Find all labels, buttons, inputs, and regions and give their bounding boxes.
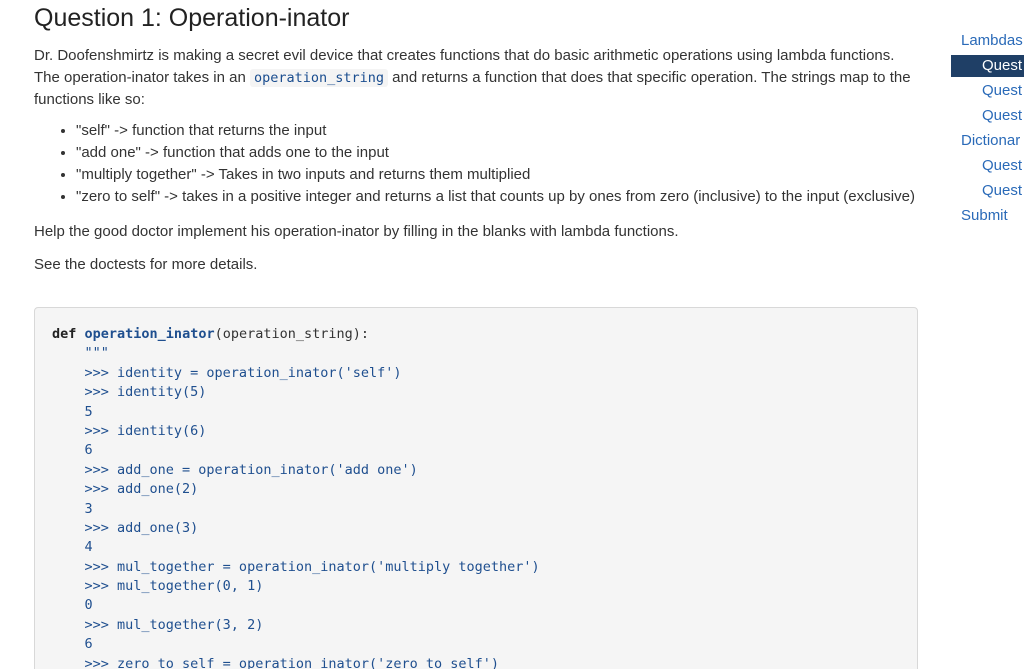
main-content: Question 1: Operation-inator Dr. Doofens… bbox=[34, 0, 920, 276]
code-line: 5 bbox=[52, 403, 93, 420]
sidebar-item-question[interactable]: Quest bbox=[952, 80, 1024, 102]
sidebar-item-question[interactable]: Quest bbox=[952, 105, 1024, 127]
list-item: "multiply together" -> Takes in two inpu… bbox=[76, 164, 920, 186]
code-line: >>> identity(5) bbox=[52, 384, 207, 401]
sidebar-item-question-active[interactable]: Quest bbox=[951, 55, 1024, 77]
sidebar-item-lambdas[interactable]: Lambdas bbox=[952, 30, 1024, 52]
code-line: 4 bbox=[52, 539, 93, 556]
code-line: >>> mul_together = operation_inator('mul… bbox=[52, 558, 540, 575]
list-item: "add one" -> function that adds one to t… bbox=[76, 142, 920, 164]
intro-paragraph: Dr. Doofenshmirtz is making a secret evi… bbox=[34, 45, 920, 111]
code-line: >>> zero_to_self = operation_inator('zer… bbox=[52, 655, 500, 669]
code-line: >>> identity(6) bbox=[52, 422, 207, 439]
sidebar-item-question[interactable]: Quest bbox=[952, 180, 1024, 202]
code-line: >>> identity = operation_inator('self') bbox=[52, 364, 402, 381]
code-line: >>> add_one(3) bbox=[52, 519, 199, 536]
code-keyword-def: def bbox=[52, 326, 77, 342]
code-line-def: def operation_inator(operation_string): bbox=[52, 325, 917, 344]
sidebar-item-dictionaries[interactable]: Dictionar bbox=[952, 130, 1024, 152]
list-item: "self" -> function that returns the inpu… bbox=[76, 120, 920, 142]
code-line: >>> mul_together(0, 1) bbox=[52, 578, 264, 595]
see-doctests-paragraph: See the doctests for more details. bbox=[34, 256, 258, 273]
sidebar-item-question[interactable]: Quest bbox=[952, 155, 1024, 177]
list-item: "zero to self" -> takes in a positive in… bbox=[76, 186, 920, 208]
code-block: def operation_inator(operation_string): … bbox=[34, 307, 918, 669]
code-signature: (operation_string): bbox=[214, 326, 370, 342]
code-line: >>> add_one = operation_inator('add one'… bbox=[52, 461, 418, 478]
page: Question 1: Operation-inator Dr. Doofens… bbox=[0, 0, 1024, 669]
code-line: 6 bbox=[52, 442, 93, 459]
help-paragraph: Help the good doctor implement his opera… bbox=[34, 223, 679, 240]
code-line: 6 bbox=[52, 636, 93, 653]
sidebar-toc: Lambdas Quest Quest Quest Dictionar Ques… bbox=[951, 30, 1024, 230]
mapping-list: "self" -> function that returns the inpu… bbox=[34, 120, 920, 208]
code-function-name: operation_inator bbox=[84, 326, 215, 342]
code-line: >>> mul_together(3, 2) bbox=[52, 616, 264, 633]
page-title: Question 1: Operation-inator bbox=[34, 4, 350, 32]
code-line: """ bbox=[52, 345, 109, 362]
code-line: >>> add_one(2) bbox=[52, 481, 199, 498]
code-line: 0 bbox=[52, 597, 93, 614]
sidebar-item-submit[interactable]: Submit bbox=[952, 205, 1024, 227]
code-line: 3 bbox=[52, 500, 93, 517]
inline-code-operation-string: operation_string bbox=[249, 69, 389, 87]
